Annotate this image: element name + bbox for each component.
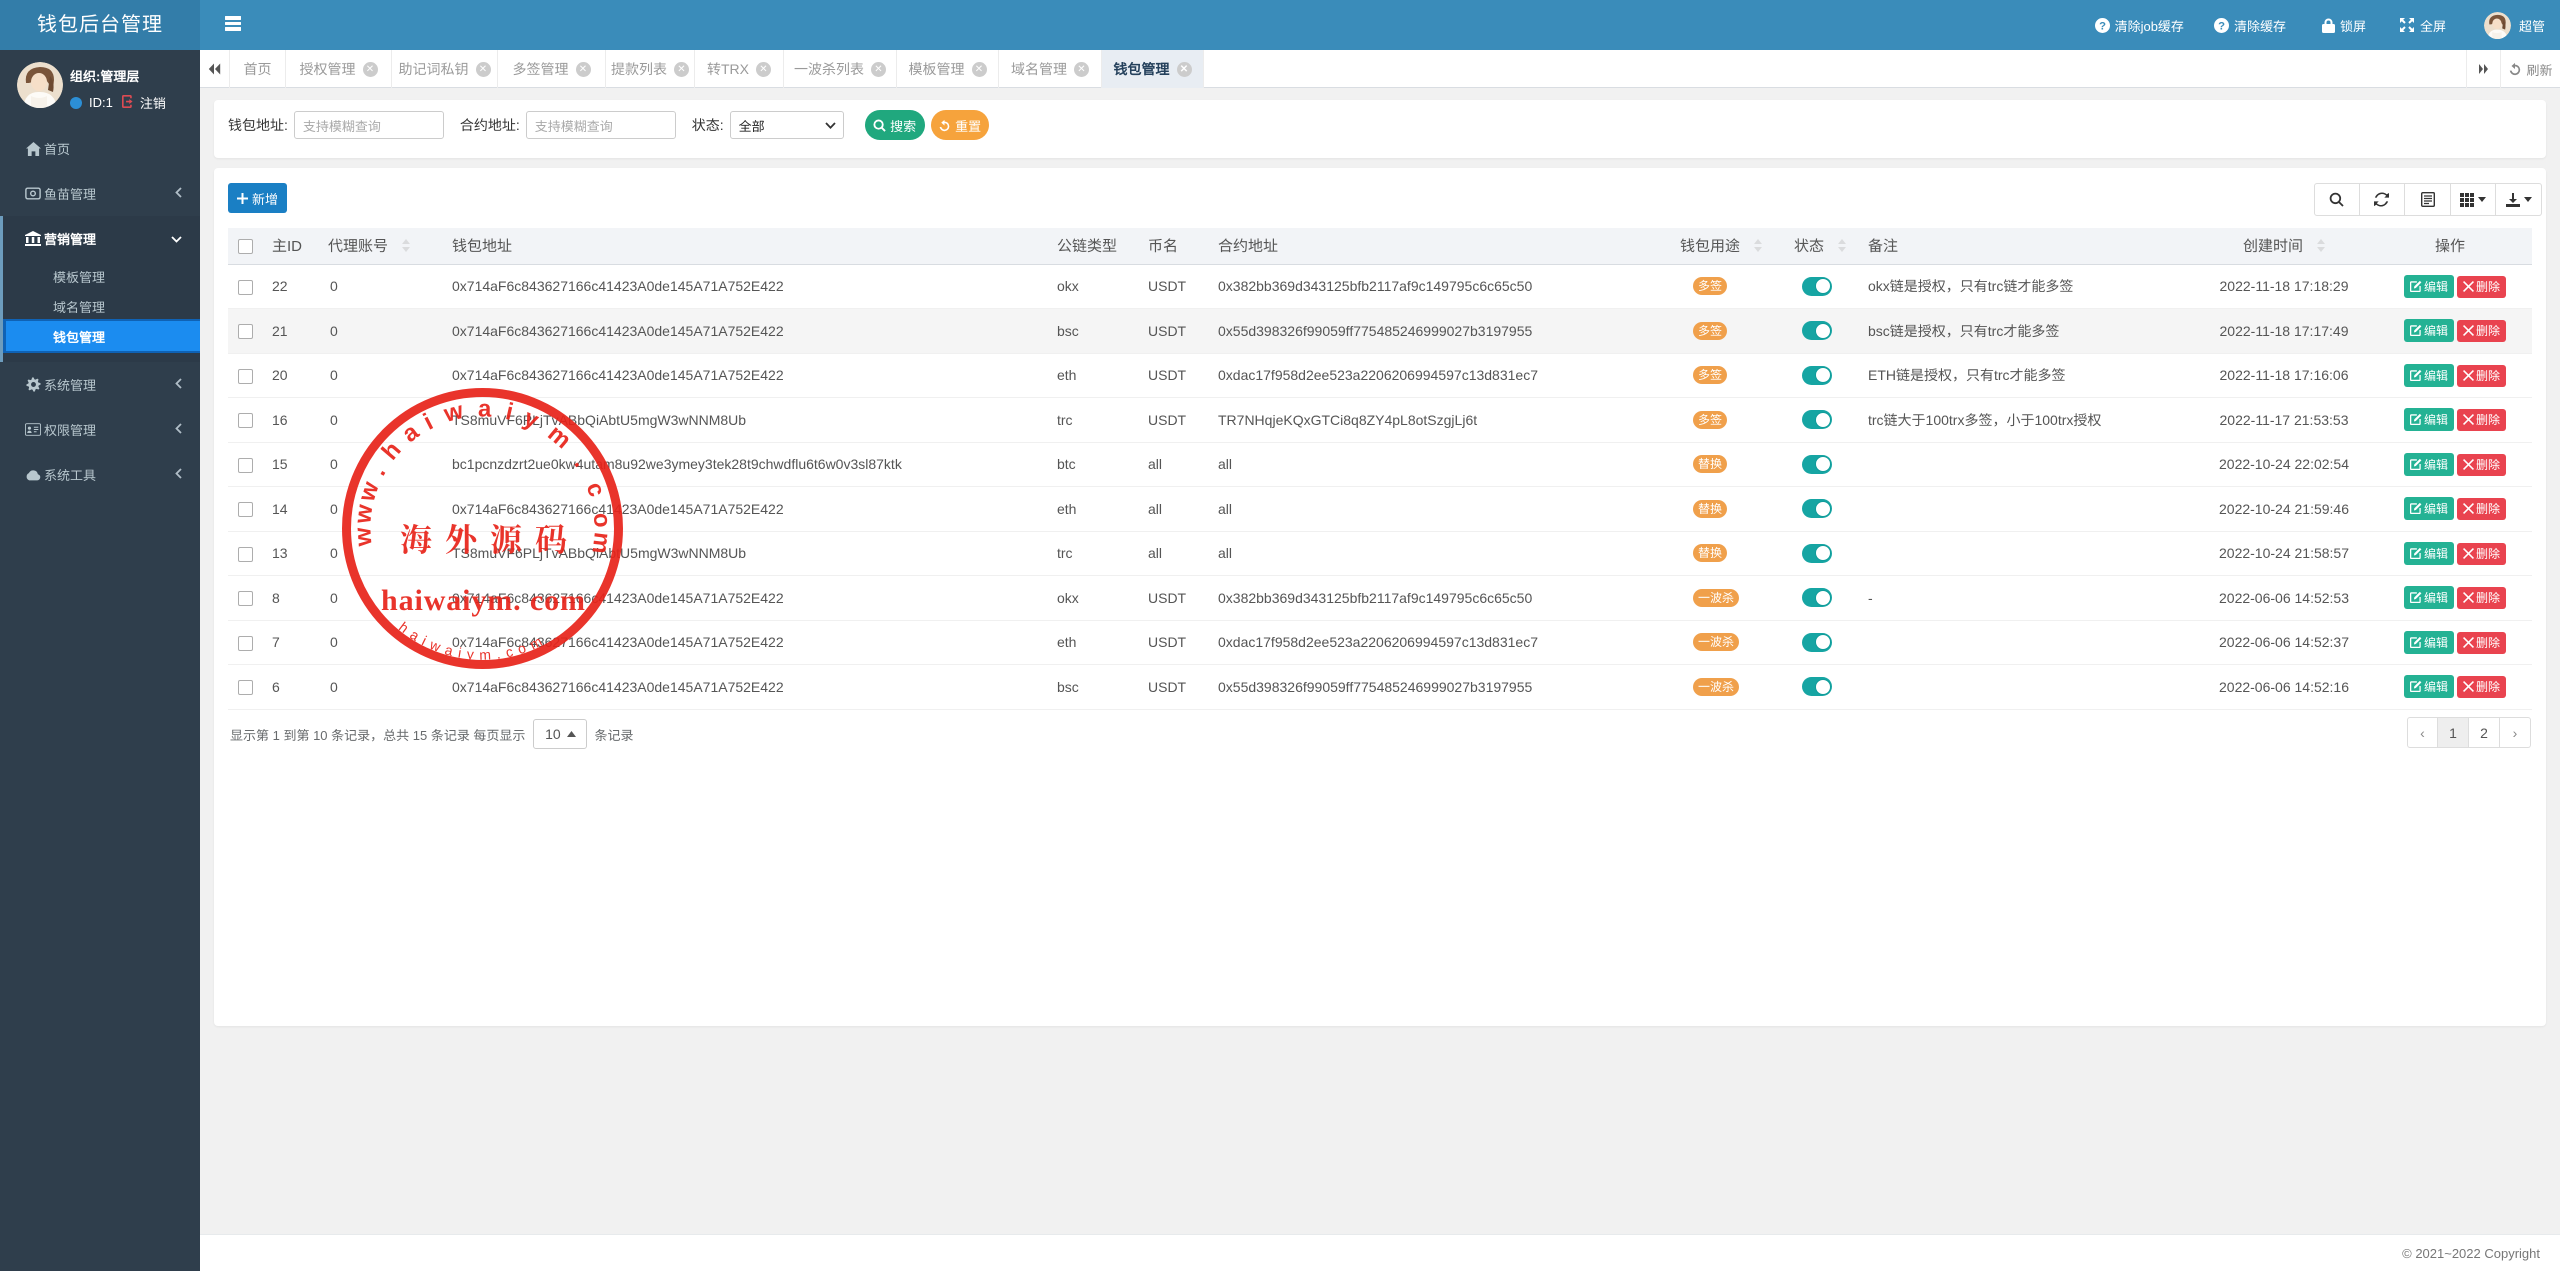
svg-text:haiwaiym. com: haiwaiym. com xyxy=(381,584,585,617)
svg-text:w: w xyxy=(349,526,377,548)
svg-text:.: . xyxy=(365,461,392,480)
svg-text:i: i xyxy=(419,408,437,435)
svg-text:w: w xyxy=(440,397,466,428)
svg-text:?: ? xyxy=(2218,20,2225,32)
svg-text:海外源码: 海外源码 xyxy=(400,515,580,561)
svg-text:a: a xyxy=(397,418,424,448)
svg-text:i: i xyxy=(503,398,516,426)
svg-text:c: c xyxy=(581,479,611,500)
svg-text:y: y xyxy=(520,404,544,434)
svg-text:m: m xyxy=(586,531,615,555)
svg-text:w: w xyxy=(349,503,378,526)
svg-text:a: a xyxy=(478,395,492,422)
svg-text:.: . xyxy=(569,451,595,472)
svg-text:o: o xyxy=(588,512,616,529)
svg-text:?: ? xyxy=(2099,20,2106,32)
svg-text:w: w xyxy=(353,478,385,505)
